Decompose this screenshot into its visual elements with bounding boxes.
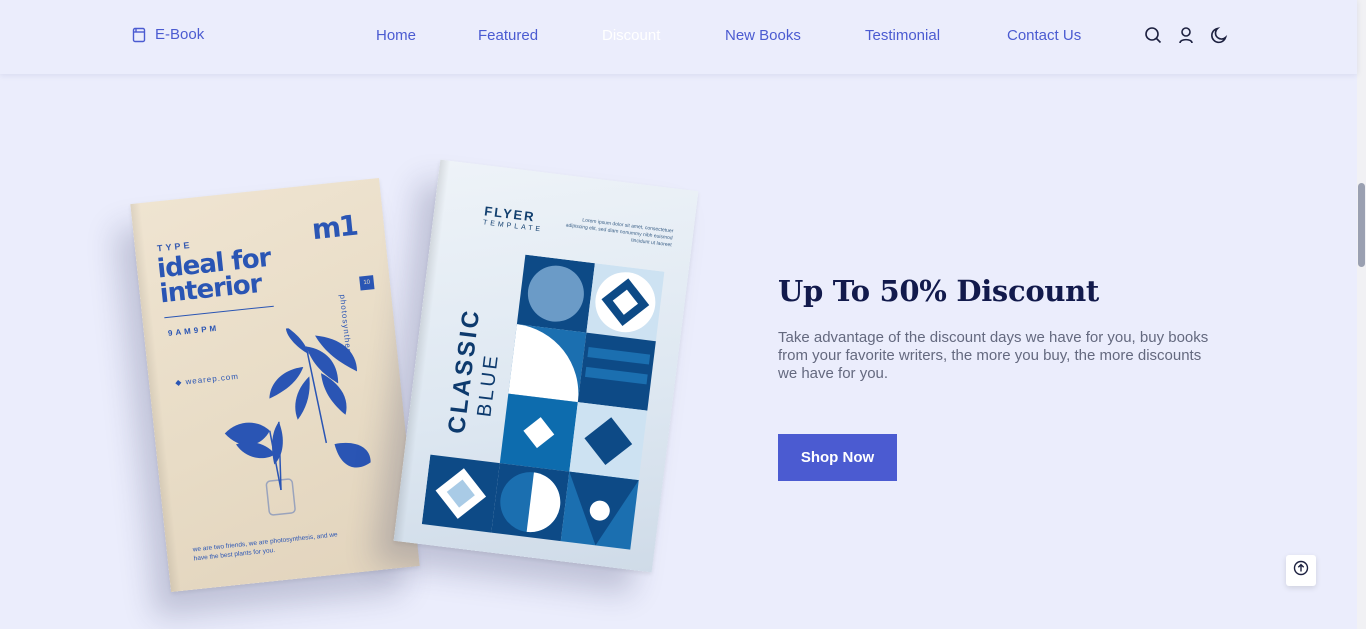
discount-title: Up To 50% Discount: [778, 274, 1100, 308]
scroll-to-top-button[interactable]: [1286, 555, 1316, 586]
plant-illustration: [224, 326, 371, 516]
arrow-up-circle-icon: [1293, 560, 1309, 581]
nav-testimonial[interactable]: Testimonial: [865, 27, 940, 44]
nav-contact-us[interactable]: Contact Us: [1007, 27, 1081, 44]
book-cover-classic-blue: FLYER TEMPLATE Lorem ipsum dolor sit ame…: [393, 159, 699, 573]
site-logo[interactable]: E-Book: [131, 26, 204, 43]
book-2-lorem: Lorem ipsum dolor sit amet, consectetuer…: [565, 217, 674, 249]
nav-new-books[interactable]: New Books: [725, 27, 801, 44]
book-1-title: ideal for interior: [155, 242, 272, 310]
book-1-divider: [164, 305, 274, 319]
book-1-footer: we are two friends, we are photosynthesi…: [192, 531, 338, 563]
book-1-chip: 10: [359, 275, 375, 291]
search-icon[interactable]: [1144, 26, 1162, 44]
moon-icon[interactable]: [1210, 26, 1228, 44]
nav-discount[interactable]: Discount: [602, 27, 660, 44]
nav-featured[interactable]: Featured: [478, 27, 538, 44]
site-header: E-Book Home Featured Discount New Books …: [0, 0, 1357, 74]
discount-description: Take advantage of the discount days we h…: [778, 329, 1209, 382]
page-scrollbar[interactable]: [1357, 0, 1366, 629]
user-icon[interactable]: [1177, 26, 1195, 44]
header-tools: [1144, 26, 1228, 44]
shop-now-button[interactable]: Shop Now: [778, 434, 897, 481]
nav-home[interactable]: Home: [376, 27, 416, 44]
logo-text: E-Book: [155, 26, 205, 43]
scrollbar-thumb[interactable]: [1358, 183, 1365, 267]
book-1-logo-mark: m1: [310, 208, 359, 247]
books-illustration: TYPE ideal for interior 9AM9PM ◆ wearep.…: [120, 150, 720, 610]
book-cover-ideal-for-interior: TYPE ideal for interior 9AM9PM ◆ wearep.…: [130, 178, 420, 592]
book-icon: [131, 27, 147, 43]
